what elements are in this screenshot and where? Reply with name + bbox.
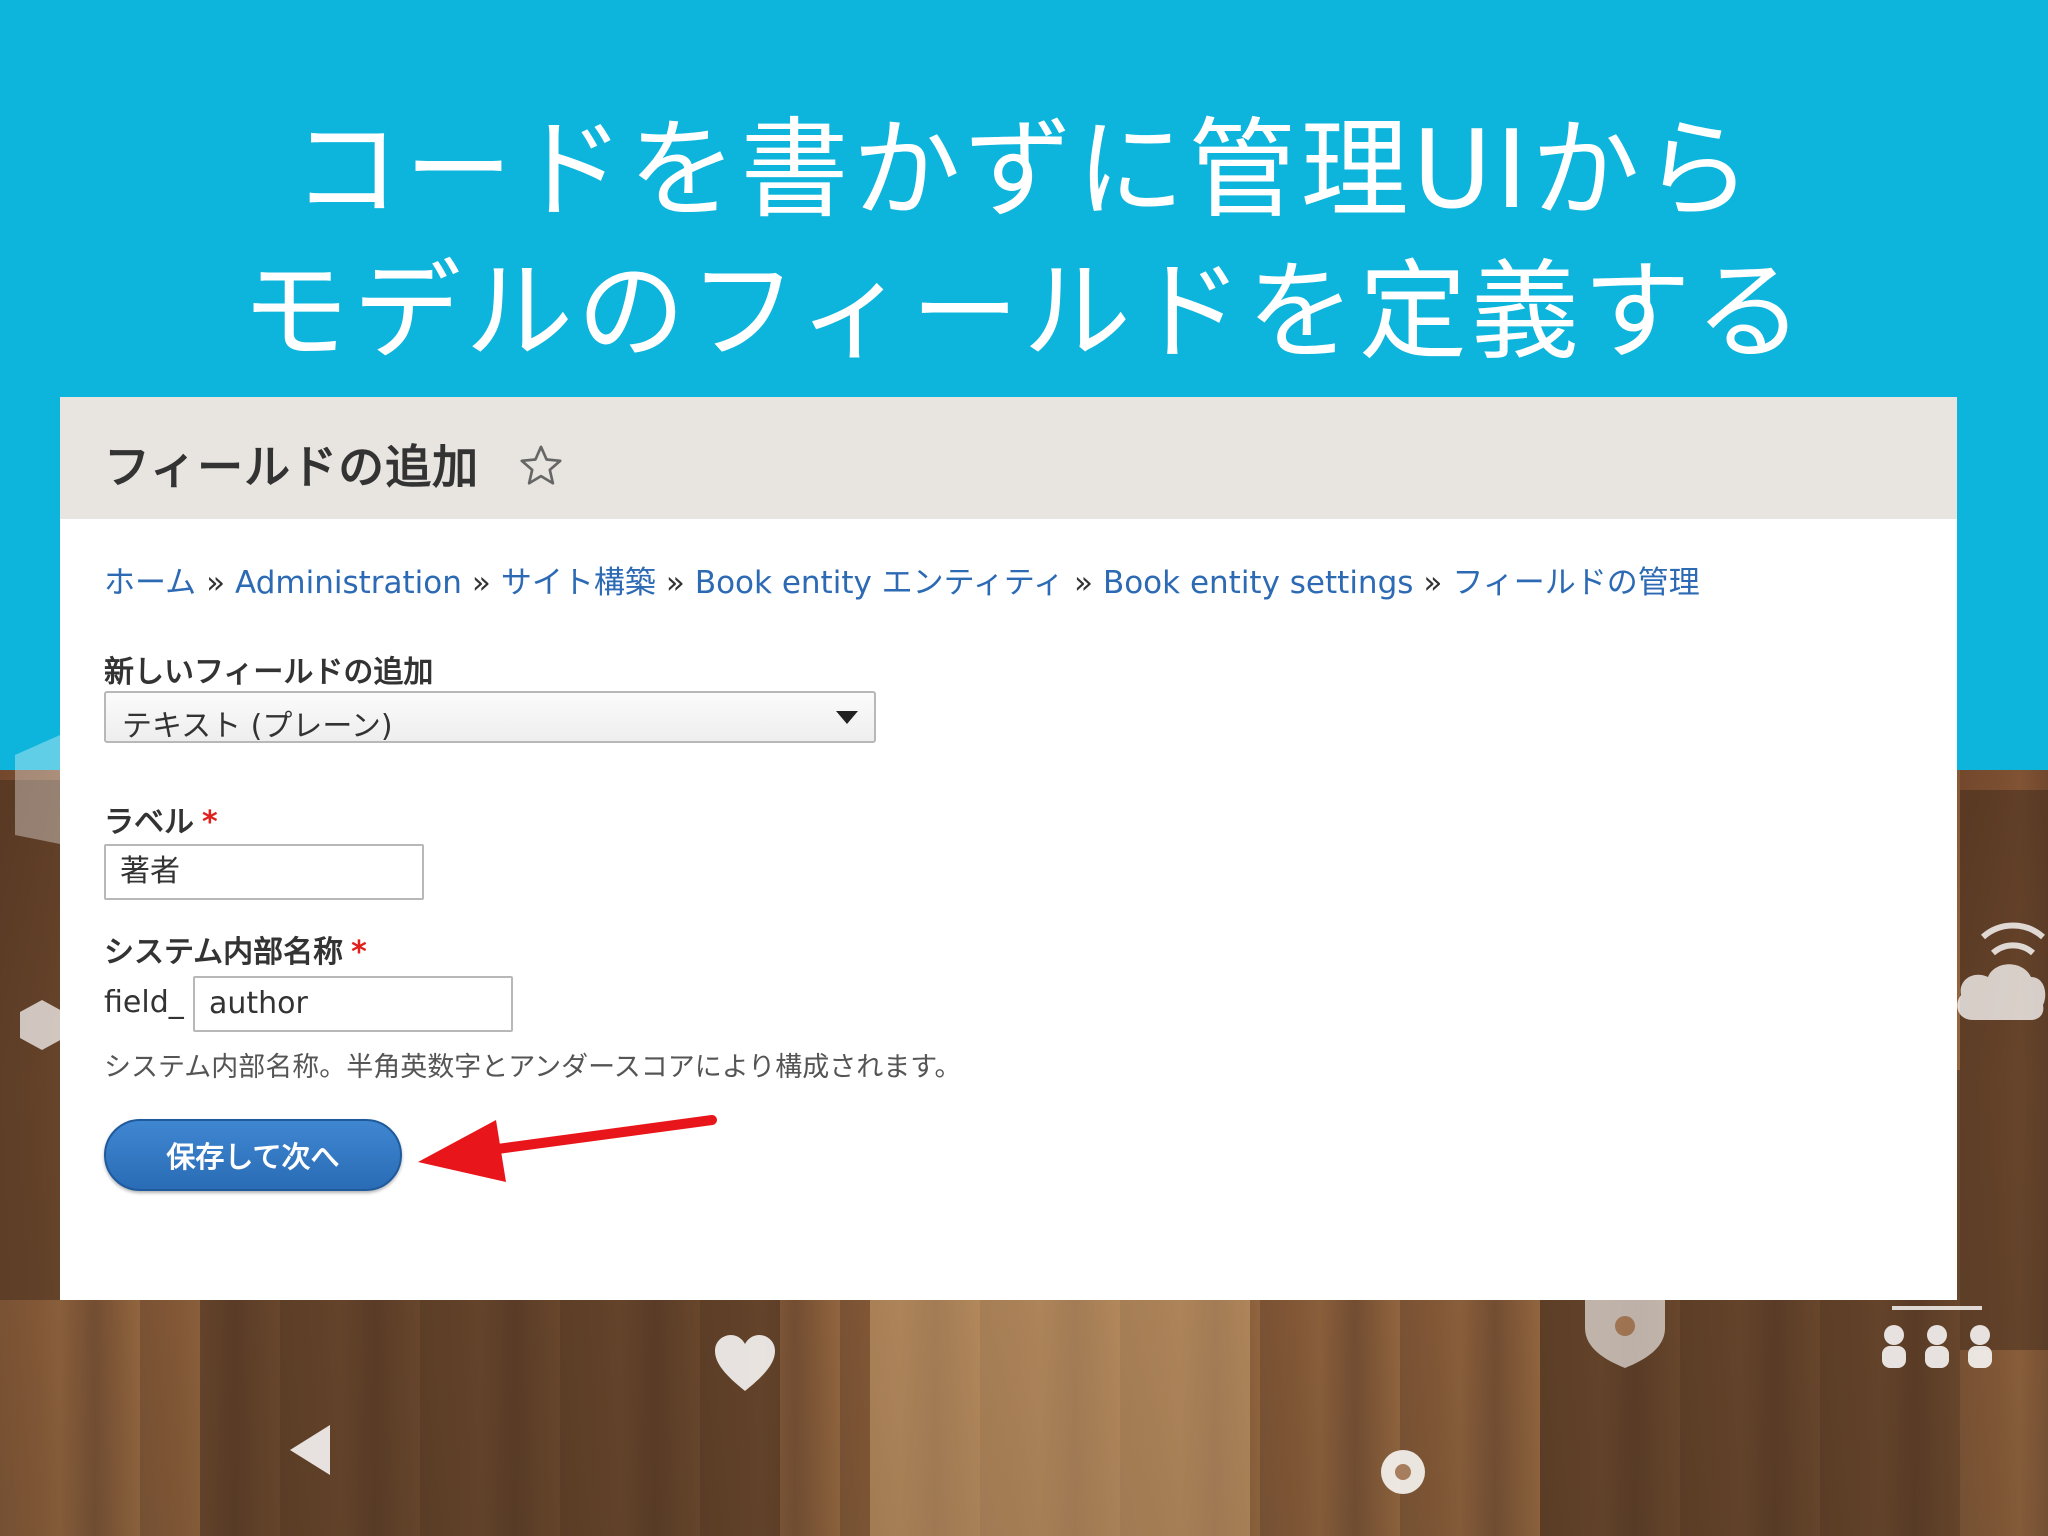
star-outline-icon[interactable] bbox=[518, 443, 564, 489]
machine-name-help: システム内部名称。半角英数字とアンダースコアにより構成されます。 bbox=[104, 1052, 962, 1083]
breadcrumb-link-home[interactable]: ホーム bbox=[104, 565, 196, 601]
label-input[interactable]: 著者 bbox=[104, 844, 424, 900]
breadcrumb-separator: » bbox=[1423, 565, 1443, 601]
slide-title-line2: モデルのフィールドを定義する bbox=[241, 250, 1807, 375]
label-field-label-text: ラベル bbox=[104, 805, 194, 840]
save-and-continue-button[interactable]: 保存して次へ bbox=[104, 1119, 402, 1191]
street bbox=[870, 1300, 1250, 1536]
breadcrumb-link-structure[interactable]: サイト構築 bbox=[501, 565, 656, 601]
cloud-wifi-icon bbox=[1957, 922, 2046, 1020]
new-field-label: 新しいフィールドの追加 bbox=[104, 655, 434, 690]
breadcrumb-link-administration[interactable]: Administration bbox=[235, 565, 462, 601]
page-title: フィールドの追加 bbox=[104, 440, 480, 494]
breadcrumb-link-manage-fields[interactable]: フィールドの管理 bbox=[1452, 565, 1699, 601]
breadcrumb-separator: » bbox=[1073, 565, 1093, 601]
breadcrumb: ホーム» Administration» サイト構築» Book entity エンテ… bbox=[104, 557, 1700, 602]
people-network-icon bbox=[1882, 1306, 1992, 1368]
select-value: テキスト (プレーン) bbox=[122, 709, 393, 744]
required-mark: * bbox=[202, 805, 218, 840]
breadcrumb-link-book-entity-settings[interactable]: Book entity settings bbox=[1103, 565, 1413, 601]
building bbox=[1960, 790, 2048, 1350]
slide-title-line1: コードを書かずに管理UIから bbox=[292, 108, 1756, 233]
chevron-down-icon bbox=[836, 711, 858, 724]
hexagon-icon bbox=[20, 1000, 64, 1050]
machine-name-prefix: field_ bbox=[104, 985, 184, 1020]
admin-panel-screenshot: フィールドの追加 ホーム» Administration» サイト構築» Book e… bbox=[60, 397, 1957, 1300]
triangle-left-icon bbox=[290, 1425, 330, 1475]
machine-name-label: システム内部名称 * bbox=[104, 927, 367, 971]
red-arrow-annotation bbox=[418, 1115, 717, 1182]
breadcrumb-separator: » bbox=[665, 565, 685, 601]
heart-icon bbox=[715, 1335, 775, 1391]
machine-name-input[interactable]: author bbox=[193, 976, 513, 1032]
machine-name-label-text: システム内部名称 bbox=[104, 935, 344, 970]
label-field-label: ラベル * bbox=[104, 797, 218, 841]
breadcrumb-separator: » bbox=[471, 565, 491, 601]
new-field-type-select[interactable]: テキスト (プレーン) bbox=[104, 691, 876, 744]
breadcrumb-link-book-entity[interactable]: Book entity エンティティ bbox=[695, 565, 1064, 601]
page-header: フィールドの追加 bbox=[60, 397, 1957, 519]
required-mark: * bbox=[351, 935, 367, 970]
slide-title: コードを書かずに管理UIから モデルのフィールドを定義する bbox=[0, 100, 2048, 384]
location-pin-icon bbox=[1381, 1450, 1425, 1494]
shield-lock-icon bbox=[1585, 1298, 1665, 1368]
breadcrumb-separator: » bbox=[206, 565, 226, 601]
cube-icon bbox=[15, 735, 65, 845]
